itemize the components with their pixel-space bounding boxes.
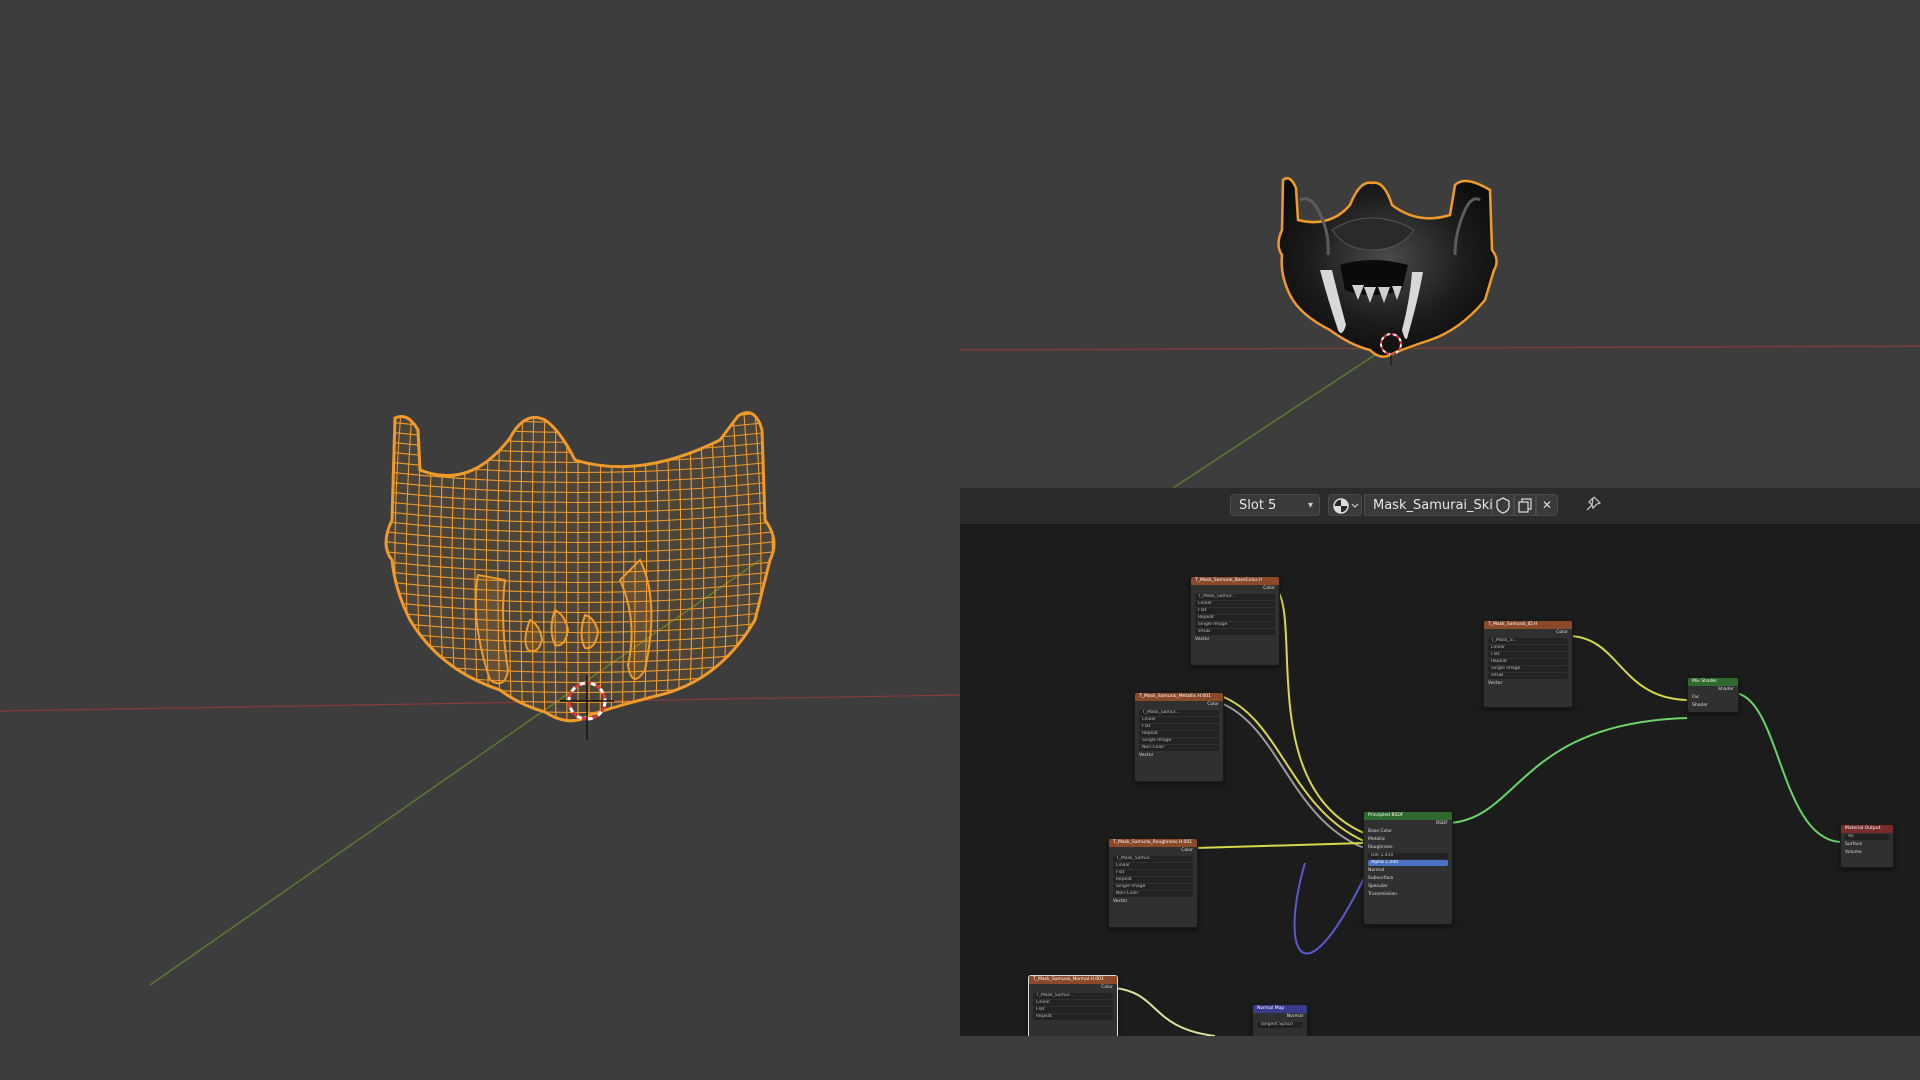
node-tex-normal[interactable]: T_Mask_Samurai_Normal.H.001 Color T_Mask… xyxy=(1028,975,1118,1036)
proj-field[interactable]: Flat xyxy=(1113,870,1193,876)
link-metallic-color xyxy=(1220,695,1365,842)
node-tex-right[interactable]: T_Mask_Samurai_ID.H Color T_Mask_S... Li… xyxy=(1483,620,1573,708)
space-dropdown[interactable]: Tangent Space xyxy=(1257,1022,1303,1028)
alpha-label: Alpha xyxy=(1371,860,1384,865)
socket-shader-1[interactable]: Shader xyxy=(1688,702,1738,710)
image-field[interactable]: T_Mask_Samur... xyxy=(1113,856,1193,862)
x-axis-line xyxy=(0,694,960,712)
socket-color[interactable]: Color xyxy=(1484,629,1572,637)
proj-field[interactable]: Flat xyxy=(1488,652,1568,658)
link-basecolor xyxy=(1277,590,1365,834)
source-field[interactable]: Single Image xyxy=(1113,884,1193,890)
colorspace-field[interactable]: Non-Color xyxy=(1113,891,1193,897)
link-mix-output xyxy=(1734,692,1841,843)
socket-vector[interactable]: Vector xyxy=(1135,752,1223,760)
socket-color[interactable]: Color xyxy=(1109,847,1197,855)
socket-base-color[interactable]: Base Color xyxy=(1364,828,1452,836)
socket-volume[interactable]: Volume xyxy=(1841,849,1893,857)
image-field[interactable]: T_Mask_Samur... xyxy=(1033,993,1113,999)
node-title: Principled BSDF xyxy=(1364,812,1452,820)
socket-roughness[interactable]: Roughness xyxy=(1364,844,1452,852)
colorspace-field[interactable]: sRGB xyxy=(1195,629,1275,635)
socket-color[interactable]: Color xyxy=(1191,585,1279,593)
viewport-rendered[interactable] xyxy=(960,0,1920,488)
node-links xyxy=(1114,590,1841,1036)
ext-field[interactable]: Repeat xyxy=(1139,731,1219,737)
node-principled-bsdf[interactable]: Principled BSDF BSDF Base Color Metallic… xyxy=(1363,811,1453,925)
interp-field[interactable]: Linear xyxy=(1113,863,1193,869)
socket-vector[interactable]: Vector xyxy=(1109,898,1197,906)
node-title: Material Output xyxy=(1841,825,1893,833)
ext-field[interactable]: Repeat xyxy=(1113,877,1193,883)
rendered-scene xyxy=(960,177,1920,488)
socket-color[interactable]: Color xyxy=(1135,701,1223,709)
bottom-strip xyxy=(960,1036,1920,1080)
mask-wireframe[interactable] xyxy=(370,400,790,753)
ext-field[interactable]: Repeat xyxy=(1488,659,1568,665)
panel-specular[interactable]: Specular xyxy=(1364,883,1452,891)
node-material-output[interactable]: Material Output All Surface Volume xyxy=(1840,824,1894,868)
node-title: Normal Map xyxy=(1253,1005,1307,1013)
node-tex-roughness[interactable]: T_Mask_Samurai_Roughness.H.001 Color T_M… xyxy=(1108,838,1198,928)
panel-subsurface[interactable]: Subsurface xyxy=(1364,875,1452,883)
node-title: T_Mask_Samurai_Metallic.H.001 xyxy=(1135,693,1223,701)
socket-shader-out[interactable]: Shader xyxy=(1688,686,1738,694)
panel-transmission[interactable]: Transmission xyxy=(1364,891,1452,899)
ior-value: 1.450 xyxy=(1380,853,1394,858)
node-tex-basecolor[interactable]: T_Mask_Samurai_BaseColor.H Color T_Mask_… xyxy=(1190,576,1280,666)
socket-color[interactable]: Color xyxy=(1029,984,1117,992)
node-mix-shader[interactable]: Mix Shader Shader Fac Shader xyxy=(1687,677,1739,713)
interp-field[interactable]: Linear xyxy=(1139,717,1219,723)
link-rightbase-mix xyxy=(1569,635,1688,701)
node-title: Mix Shader xyxy=(1688,678,1738,686)
image-field[interactable]: T_Mask_Samur... xyxy=(1139,710,1219,716)
source-field[interactable]: Single Image xyxy=(1488,666,1568,672)
link-bsdf-mix xyxy=(1449,717,1688,824)
wireframe-scene xyxy=(0,400,960,986)
colorspace-field[interactable]: Non-Color xyxy=(1139,745,1219,751)
node-tex-metallic[interactable]: T_Mask_Samurai_Metallic.H.001 Color T_Ma… xyxy=(1134,692,1224,782)
node-title: T_Mask_Samurai_Normal.H.001 xyxy=(1029,976,1117,984)
socket-bsdf[interactable]: BSDF xyxy=(1364,820,1452,828)
node-normal-map[interactable]: Normal Map Normal Tangent Space xyxy=(1252,1004,1308,1036)
socket-vector[interactable]: Vector xyxy=(1191,636,1279,644)
interp-field[interactable]: Linear xyxy=(1488,645,1568,651)
proj-field[interactable]: Flat xyxy=(1195,608,1275,614)
node-title: T_Mask_Samurai_Roughness.H.001 xyxy=(1109,839,1197,847)
source-field[interactable]: Single Image xyxy=(1195,622,1275,628)
socket-metallic[interactable]: Metallic xyxy=(1364,836,1452,844)
node-title: T_Mask_Samurai_ID.H xyxy=(1484,621,1572,629)
mask-render[interactable] xyxy=(1277,177,1498,358)
shader-node-editor[interactable]: Slot 5 ▾ Mask_Samurai_Skin5 ✕ T_Mask_Sam… xyxy=(960,488,1920,1036)
interp-field[interactable]: Linear xyxy=(1195,601,1275,607)
ior-label: IOR xyxy=(1371,853,1379,858)
y-axis-line xyxy=(1172,344,1391,488)
interp-field[interactable]: Linear xyxy=(1033,1000,1113,1006)
link-roughness xyxy=(1194,842,1365,849)
socket-normal-out[interactable]: Normal xyxy=(1253,1013,1307,1021)
socket-fac[interactable]: Fac xyxy=(1688,694,1738,702)
alpha-value: 1.000 xyxy=(1385,860,1399,865)
ior-field[interactable]: IOR 1.450 xyxy=(1368,853,1448,859)
node-title: T_Mask_Samurai_BaseColor.H xyxy=(1191,577,1279,585)
socket-normal[interactable]: Normal xyxy=(1364,867,1452,875)
x-axis-line xyxy=(960,345,1920,351)
source-field[interactable]: Single Image xyxy=(1139,738,1219,744)
socket-vector[interactable]: Vector xyxy=(1484,680,1572,688)
link-normal-map xyxy=(1293,862,1365,955)
target-dropdown[interactable]: All xyxy=(1845,834,1889,840)
socket-surface[interactable]: Surface xyxy=(1841,841,1893,849)
link-normal-tex xyxy=(1114,987,1216,1036)
colorspace-field[interactable]: sRGB xyxy=(1488,673,1568,679)
proj-field[interactable]: Flat xyxy=(1033,1007,1113,1013)
image-field[interactable]: T_Mask_Samur... xyxy=(1195,594,1275,600)
viewport-wireframe[interactable] xyxy=(0,0,960,1080)
ext-field[interactable]: Repeat xyxy=(1033,1014,1113,1020)
image-field[interactable]: T_Mask_S... xyxy=(1488,638,1568,644)
proj-field[interactable]: Flat xyxy=(1139,724,1219,730)
alpha-field[interactable]: Alpha 1.000 xyxy=(1368,860,1448,866)
ext-field[interactable]: Repeat xyxy=(1195,615,1275,621)
